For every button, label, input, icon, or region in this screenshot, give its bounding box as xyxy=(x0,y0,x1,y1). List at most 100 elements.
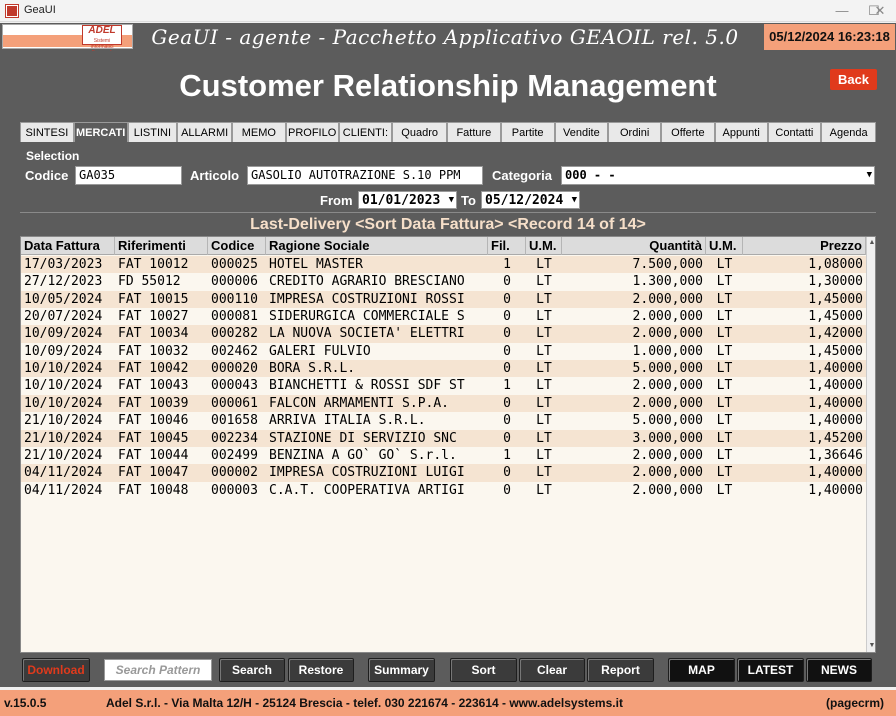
table-cell: 000025 xyxy=(211,257,258,272)
column-header[interactable]: Prezzo xyxy=(743,237,866,255)
table-row[interactable]: 04/11/2024 FAT 10047 000002 IMPRESA COSTRUZ… xyxy=(21,464,867,483)
column-header[interactable]: Fil. xyxy=(488,237,526,255)
table-cell: STAZIONE DI SERVIZIO SNC xyxy=(269,430,457,446)
table-row[interactable]: 04/11/2024 FAT 10048 000003 C.A.T. COOPERAT… xyxy=(21,481,867,500)
table-cell: LT xyxy=(536,326,552,342)
tab-appunti[interactable]: Appunti xyxy=(714,122,768,142)
report-button[interactable]: Report xyxy=(587,658,654,682)
tab-clienti[interactable]: CLIENTI: xyxy=(338,122,393,142)
table-cell: BORA S.R.L. xyxy=(269,361,356,377)
column-header[interactable]: Data Fattura xyxy=(21,237,115,255)
table-cell: 002462 xyxy=(211,343,258,359)
table-cell: BENZINA A GO` GO` S.r.l. xyxy=(269,447,457,463)
table-cell: 2.000,000 xyxy=(632,291,703,307)
chevron-down-icon[interactable]: ▼ xyxy=(867,167,872,184)
table-cell: 1,45000 xyxy=(808,309,863,325)
tab-agenda[interactable]: Agenda xyxy=(821,122,877,142)
column-header[interactable]: U.M. xyxy=(706,237,743,255)
tab-partite[interactable]: Partite xyxy=(500,122,555,142)
table-cell: LT xyxy=(536,361,552,377)
table-cell: FAT 10045 xyxy=(118,430,189,446)
latest-button[interactable]: LATEST xyxy=(737,658,804,682)
restore-button[interactable]: Restore xyxy=(288,658,354,682)
tab-offerte[interactable]: Offerte xyxy=(661,122,715,142)
to-date-field[interactable]: 05/12/2024 ▼ xyxy=(481,191,580,209)
to-label: To xyxy=(461,193,476,208)
articolo-label: Articolo xyxy=(190,168,240,183)
chevron-down-icon[interactable]: ▼ xyxy=(572,192,577,208)
table-cell: 10/10/2024 xyxy=(24,395,103,411)
search-button[interactable]: Search xyxy=(219,658,285,682)
categoria-label: Categoria xyxy=(492,168,552,183)
table-cell: 1.300,000 xyxy=(632,274,703,290)
table-row[interactable]: 27/12/2023 FD 55012 000006 CREDITO AGRARIO … xyxy=(21,273,867,292)
vertical-scrollbar[interactable]: ▲ ▼ xyxy=(866,237,875,652)
news-button[interactable]: NEWS xyxy=(806,658,872,682)
map-button[interactable]: MAP xyxy=(668,658,735,682)
tab-vendite[interactable]: Vendite xyxy=(554,122,609,142)
table-cell: 0 xyxy=(503,361,511,377)
table-row[interactable]: 21/10/2024 FAT 10044 002499 BENZINA A GO` G… xyxy=(21,446,867,465)
column-header[interactable]: Quantità xyxy=(562,237,706,255)
download-button[interactable]: Download xyxy=(22,658,90,682)
table-cell: LT xyxy=(536,465,552,481)
scroll-down-icon[interactable]: ▼ xyxy=(867,640,875,652)
table-row[interactable]: 10/09/2024 FAT 10034 000282 LA NUOVA SOCIET… xyxy=(21,325,867,344)
column-header[interactable]: Codice xyxy=(208,237,266,255)
table-cell: 0 xyxy=(503,291,511,307)
column-header[interactable]: Riferimenti xyxy=(115,237,208,255)
selection-label: Selection xyxy=(26,149,80,163)
table-cell: 0 xyxy=(503,343,511,359)
clear-button[interactable]: Clear xyxy=(519,658,585,682)
table-cell: 1,40000 xyxy=(808,361,863,377)
table-row[interactable]: 10/09/2024 FAT 10032 002462 GALERI FULVIO 0 L… xyxy=(21,342,867,361)
from-date-field[interactable]: 01/01/2023 ▼ xyxy=(358,191,457,209)
tab-quadro[interactable]: Quadro xyxy=(392,122,448,142)
table-row[interactable]: 20/07/2024 FAT 10027 000081 SIDERURGICA COM… xyxy=(21,308,867,327)
tab-memo[interactable]: MEMO xyxy=(232,122,286,142)
table-cell: 000003 xyxy=(211,482,258,498)
table-row[interactable]: 10/05/2024 FAT 10015 000110 IMPRESA COSTRUZ… xyxy=(21,290,867,309)
table-cell: 10/09/2024 xyxy=(24,326,103,342)
table-cell: LT xyxy=(716,430,733,446)
table-row[interactable]: 21/10/2024 FAT 10045 002234 STAZIONE DI SER… xyxy=(21,429,867,448)
table-row[interactable]: 10/10/2024 FAT 10043 000043 BIANCHETTI & RO… xyxy=(21,377,867,396)
tab-listini[interactable]: LISTINI xyxy=(127,122,178,142)
tab-contatti[interactable]: Contatti xyxy=(767,122,822,142)
table-cell: 04/11/2024 xyxy=(24,482,103,498)
tab-profilo[interactable]: PROFILO xyxy=(285,122,339,142)
sort-button[interactable]: Sort xyxy=(450,658,517,682)
column-header[interactable]: Ragione Sociale xyxy=(266,237,488,255)
chevron-down-icon[interactable]: ▼ xyxy=(449,192,454,208)
table-cell: 21/10/2024 xyxy=(24,447,103,463)
table-row[interactable]: 21/10/2024 FAT 10046 001658 ARRIVA ITALIA S… xyxy=(21,412,867,431)
codice-field[interactable]: GA035 xyxy=(75,166,182,185)
articolo-field[interactable]: GASOLIO AUTOTRAZIONE S.10 PPM xyxy=(247,166,483,185)
tab-allarmi[interactable]: ALLARMI xyxy=(177,122,233,142)
table-cell: 2.000,000 xyxy=(632,465,703,481)
table-cell: 2.000,000 xyxy=(632,309,703,325)
table-row[interactable]: 17/03/2023 FAT 10012 000025 HOTEL MASTER 1 LT… xyxy=(21,256,867,274)
search-pattern-input[interactable]: Search Pattern xyxy=(104,659,212,681)
column-header[interactable]: U.M. xyxy=(526,237,562,255)
table-cell: 21/10/2024 xyxy=(24,413,103,429)
table-cell: FAT 10012 xyxy=(118,257,189,272)
close-icon[interactable]: ✕ xyxy=(864,0,896,22)
back-button[interactable]: Back xyxy=(830,69,877,90)
table-cell: 1,36646 xyxy=(808,447,863,463)
categoria-select[interactable]: 000 - - ▼ xyxy=(561,166,875,185)
tab-mercati[interactable]: MERCATI xyxy=(73,122,128,142)
table-row[interactable]: 10/10/2024 FAT 10039 000061 FALCON ARMAMENT… xyxy=(21,394,867,413)
tab-bar: SINTESI MERCATI LISTINI ALLARMI MEMO PRO… xyxy=(20,122,877,142)
table-cell: 1,45000 xyxy=(808,291,863,307)
tab-ordini[interactable]: Ordini xyxy=(608,122,662,142)
table-cell: 1.000,000 xyxy=(632,343,703,359)
tab-fatture[interactable]: Fatture xyxy=(447,122,501,142)
table-cell: LT xyxy=(536,430,552,446)
minimize-icon[interactable]: — xyxy=(824,0,860,22)
table-cell: CREDITO AGRARIO BRESCIANO xyxy=(269,274,465,290)
table-row[interactable]: 10/10/2024 FAT 10042 000020 BORA S.R.L. 0 LT 5… xyxy=(21,360,867,379)
tab-sintesi[interactable]: SINTESI xyxy=(20,122,74,142)
summary-button[interactable]: Summary xyxy=(368,658,435,682)
scroll-up-icon[interactable]: ▲ xyxy=(867,237,875,249)
